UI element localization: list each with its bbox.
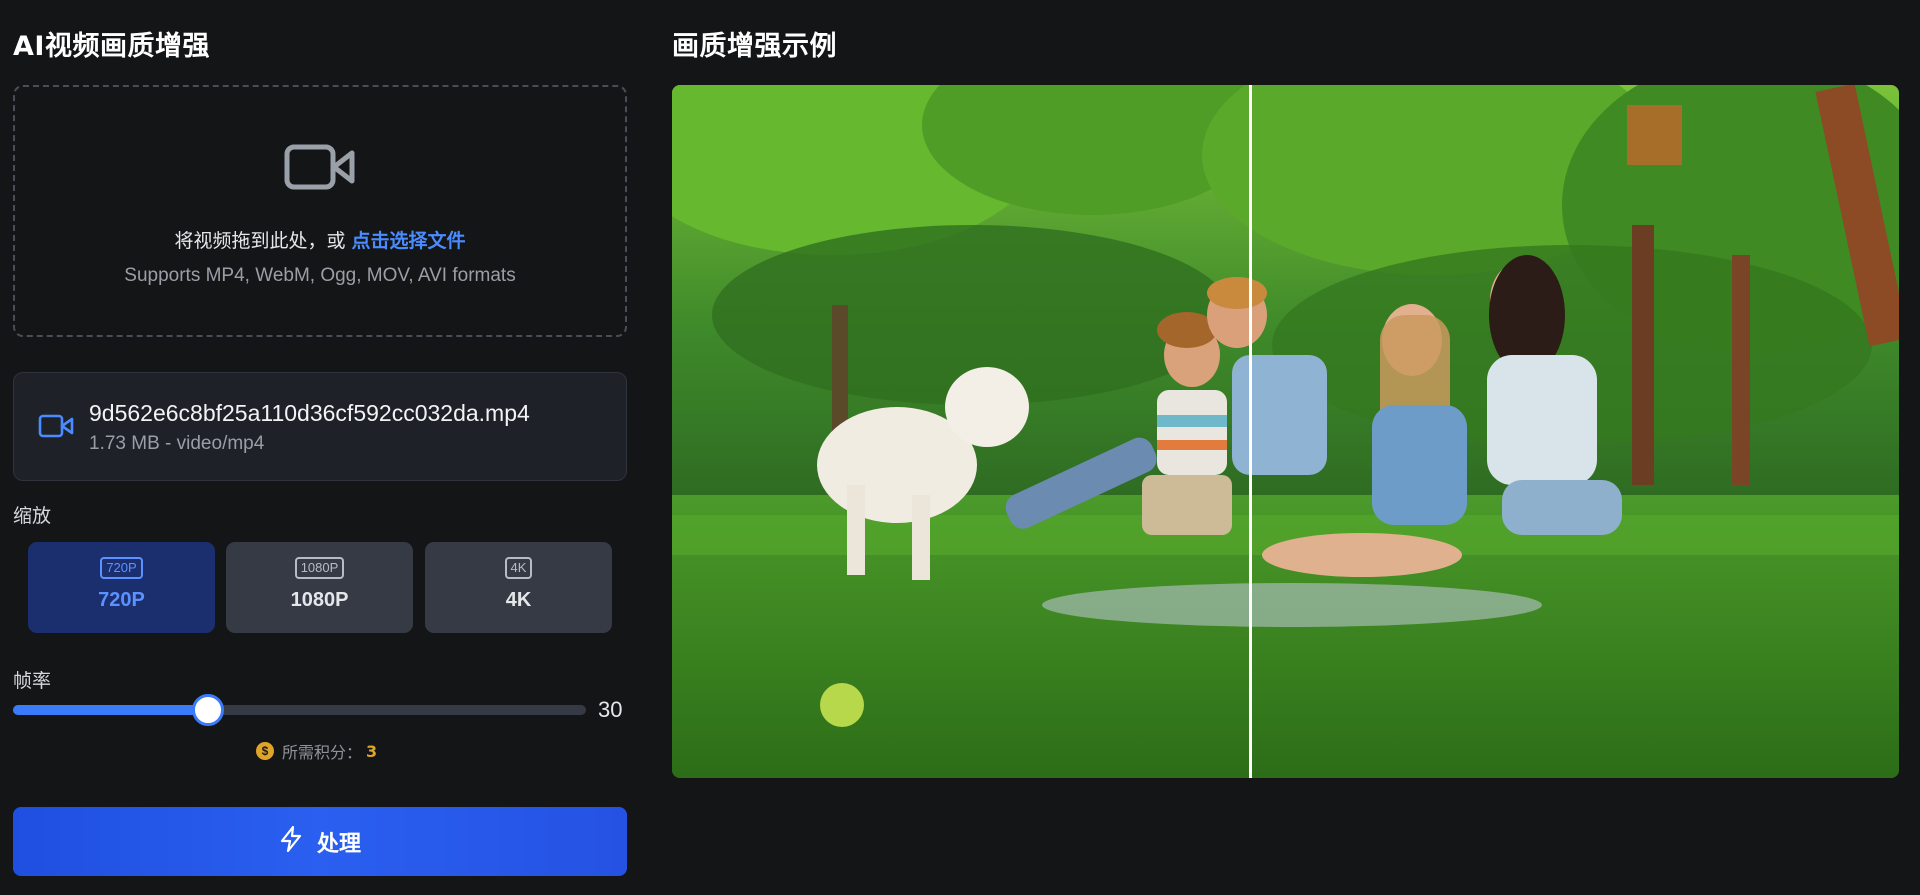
resolution-badge-icon: 1080P [294,557,345,579]
scale-option-label: 720P [98,589,145,611]
select-file-link[interactable]: 点击选择文件 [352,230,466,252]
example-title: 画质增强示例 [672,31,837,62]
resolution-badge-icon: 720P [100,557,143,579]
file-meta: 1.73 MB - video/mp4 [89,433,265,454]
credits-value: 3 [366,741,378,761]
dollar-coin-icon: $ [256,742,274,760]
scale-option-label: 1080P [290,589,349,611]
credits-label: 所需积分： [282,743,363,762]
comparison-divider-handle[interactable] [1248,85,1252,778]
dropzone-prompt: 将视频拖到此处，或 点击选择文件 [174,230,466,252]
file-name: 9d562e6c8bf25a110d36cf592cc032da.mp4 [89,400,530,426]
framerate-slider[interactable] [13,694,586,726]
framerate-slider-fill [13,705,208,715]
supported-formats-text: Supports MP4, WebM, Ogg, MOV, AVI format… [124,265,516,286]
family-picnic-scene-image [672,85,1899,778]
process-button[interactable]: 处理 [13,807,627,876]
scale-option-1080p[interactable]: 1080P 1080P [226,542,413,633]
video-camera-icon [284,142,356,196]
selected-file-card: 9d562e6c8bf25a110d36cf592cc032da.mp4 1.7… [13,372,627,481]
framerate-slider-thumb[interactable] [191,694,224,726]
process-button-label: 处理 [316,831,361,857]
framerate-value: 30 [598,697,623,722]
page-title: AI视频画质增强 [13,31,210,62]
scale-option-720p[interactable]: 720P 720P [28,542,215,633]
scale-option-4k[interactable]: 4K 4K [425,542,612,633]
framerate-label: 帧率 [13,670,52,692]
required-credits: $ 所需积分： 3 [256,739,377,763]
scale-label: 缩放 [13,505,52,527]
scale-option-label: 4K [505,589,532,611]
lightning-bolt-icon [279,825,317,858]
enhancement-comparison-preview[interactable] [672,85,1899,778]
resolution-badge-icon: 4K [504,557,533,579]
video-dropzone[interactable]: 将视频拖到此处，或 点击选择文件 Supports MP4, WebM, Ogg… [13,85,627,337]
video-camera-icon [38,413,74,443]
